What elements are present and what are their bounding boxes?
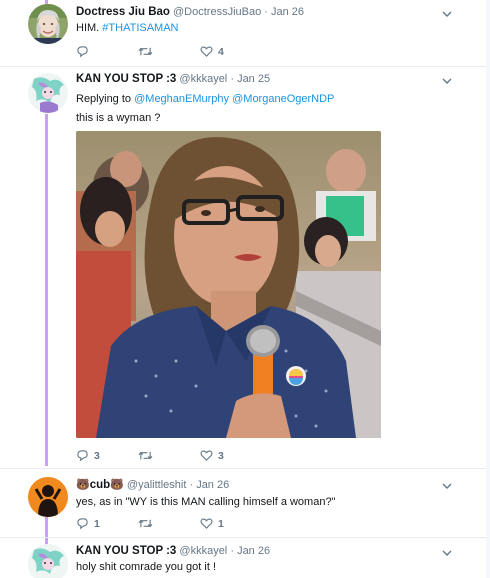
- timestamp[interactable]: Jan 25: [237, 73, 270, 85]
- handle[interactable]: @kkkayel: [179, 545, 227, 557]
- replying-to: Replying to @MeghanEMurphy @MorganeOgerN…: [76, 93, 334, 105]
- avatar[interactable]: [28, 73, 68, 113]
- avatar[interactable]: [28, 477, 68, 517]
- reply-button[interactable]: [76, 45, 94, 58]
- photo-image: [76, 131, 381, 438]
- like-count: 1: [218, 517, 224, 530]
- retweet-button[interactable]: [138, 517, 158, 530]
- timestamp[interactable]: Jan 26: [196, 479, 229, 491]
- tweet-text: holy shit comrade you got it !: [76, 561, 217, 573]
- like-icon: [200, 46, 213, 57]
- retweet-button[interactable]: [138, 45, 158, 58]
- like-button[interactable]: 4: [200, 45, 224, 58]
- like-count: 4: [218, 45, 224, 58]
- handle[interactable]: @yalittleshit: [127, 479, 186, 491]
- reply-button[interactable]: 1: [76, 517, 100, 530]
- handle[interactable]: @kkkayel: [179, 73, 227, 85]
- tweet-text: HIM. #THATISAMAN: [76, 22, 179, 34]
- chevron-down-icon[interactable]: [442, 9, 452, 19]
- timestamp[interactable]: Jan 26: [271, 6, 304, 18]
- like-icon: [200, 518, 213, 529]
- separator-dot: ·: [230, 73, 234, 85]
- like-count: 3: [218, 449, 224, 462]
- chevron-down-icon[interactable]: [442, 548, 452, 558]
- tweet-cub[interactable]: 🐻cub🐻 @yalittleshit · Jan 26 yes, as in …: [0, 469, 486, 537]
- tweet-photo[interactable]: [76, 131, 381, 438]
- tweet-text: this is a wyman ?: [76, 112, 161, 124]
- hashtag-link[interactable]: #THATISAMAN: [102, 22, 178, 34]
- reply-button[interactable]: 3: [76, 449, 100, 462]
- retweet-button[interactable]: [138, 449, 158, 462]
- reply-count: 1: [94, 517, 100, 530]
- bear-emoji-right: 🐻: [110, 479, 124, 491]
- separator-dot: ·: [264, 6, 268, 18]
- handle[interactable]: @DoctressJiuBao: [173, 6, 261, 18]
- display-name[interactable]: Doctress Jiu Bao: [76, 6, 170, 18]
- reply-icon: [77, 450, 88, 462]
- timestamp[interactable]: Jan 26: [237, 545, 270, 557]
- mention-link[interactable]: @MeghanEMurphy: [134, 93, 229, 105]
- tweet-kkkayel-reply[interactable]: KAN YOU STOP :3 @kkkayel · Jan 26 holy s…: [0, 538, 486, 578]
- avatar[interactable]: [28, 4, 68, 44]
- scrollbar-track[interactable]: [486, 0, 490, 578]
- separator-dot: ·: [189, 479, 194, 491]
- chevron-down-icon[interactable]: [442, 76, 452, 86]
- tweet-doctress[interactable]: Doctress Jiu Bao @DoctressJiuBao · Jan 2…: [0, 0, 486, 66]
- retweet-icon: [138, 451, 153, 460]
- reply-icon: [77, 46, 88, 58]
- like-button[interactable]: 3: [200, 449, 224, 462]
- retweet-icon: [138, 47, 153, 56]
- display-name[interactable]: KAN YOU STOP :3: [76, 73, 176, 85]
- reply-icon: [77, 518, 88, 530]
- like-icon: [200, 450, 213, 461]
- mention-link[interactable]: @MorganeOgerNDP: [232, 93, 334, 105]
- replying-to-label: Replying to: [76, 93, 132, 105]
- avatar[interactable]: [28, 544, 68, 578]
- reply-count: 3: [94, 449, 100, 462]
- tweet-text-plain: HIM.: [76, 22, 100, 34]
- display-name[interactable]: cub: [90, 479, 110, 491]
- retweet-icon: [138, 519, 153, 528]
- tweet-text: yes, as in "WY is this MAN calling himse…: [76, 496, 336, 508]
- chevron-down-icon[interactable]: [442, 481, 452, 491]
- bear-emoji-left: 🐻: [76, 479, 90, 491]
- display-name[interactable]: KAN YOU STOP :3: [76, 545, 176, 557]
- separator-dot: ·: [230, 545, 234, 557]
- like-button[interactable]: 1: [200, 517, 224, 530]
